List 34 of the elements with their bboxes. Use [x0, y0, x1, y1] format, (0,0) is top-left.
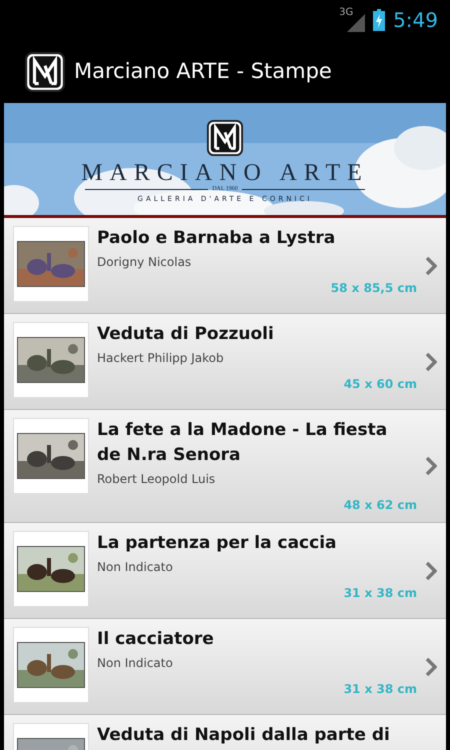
- item-title: La partenza per la caccia: [97, 532, 338, 555]
- item-size: 31 x 38 cm: [344, 585, 417, 602]
- item-artist: Non Indicato: [97, 655, 174, 672]
- chevron-icon: [425, 256, 437, 276]
- list-item[interactable]: La partenza per la caccia Non Indicato 31 x 38 cm: [4, 523, 446, 619]
- item-title: La fete a la Madone - La fiesta de N.ra Senora: [97, 419, 388, 467]
- list-item[interactable]: Veduta di Pozzuoli Hackert Philipp Jakob 45 x 60 cm: [4, 314, 446, 410]
- list-item[interactable]: Veduta di Napoli dalla parte di: [4, 715, 446, 750]
- app-title: Marciano ARTE - Stampe: [74, 58, 332, 85]
- item-artist: Hackert Philipp Jakob: [97, 350, 225, 367]
- item-artist: Robert Leopold Luis: [97, 471, 216, 488]
- signal-icon: [347, 14, 366, 32]
- list-item[interactable]: Paolo e Barnaba a Lystra Dorigny Nicolas 58 x 85,5 cm: [4, 218, 446, 314]
- chevron-icon: [425, 560, 437, 580]
- clock: 5:49: [393, 7, 438, 34]
- list-item[interactable]: La fete a la Madone - La fiesta de N.ra Senora Robert Leopold Luis 48 x 62 cm: [4, 410, 446, 523]
- item-title: Veduta di Pozzuoli: [97, 323, 275, 346]
- item-title: Veduta di Napoli dalla parte di: [97, 724, 391, 747]
- list-item[interactable]: Il cacciatore Non Indicato 31 x 38 cm: [4, 619, 446, 715]
- chevron-icon: [425, 352, 437, 372]
- item-title: Paolo e Barnaba a Lystra: [97, 227, 336, 250]
- chevron-icon: [425, 656, 437, 676]
- item-title: Il cacciatore: [97, 628, 215, 651]
- item-size: 58 x 85,5 cm: [330, 280, 417, 297]
- battery-icon: [373, 9, 386, 31]
- network-label: 3G: [339, 8, 354, 18]
- logo-icon: [206, 119, 244, 157]
- item-size: 48 x 62 cm: [344, 497, 417, 514]
- item-artist: Dorigny Nicolas: [97, 254, 192, 271]
- chevron-icon: [425, 456, 437, 476]
- item-size: 31 x 38 cm: [344, 681, 417, 698]
- logo-icon: [24, 50, 66, 92]
- item-size: 45 x 60 cm: [344, 376, 417, 393]
- item-artist: Non Indicato: [97, 559, 174, 576]
